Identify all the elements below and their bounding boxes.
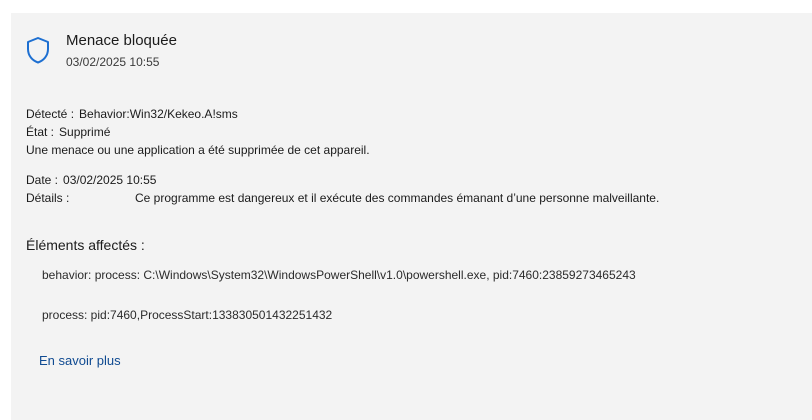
- status-label: État :: [26, 125, 55, 139]
- threat-details-panel: Menace bloquée 03/02/2025 10:55 Détecté …: [11, 13, 812, 420]
- date-value: 03/02/2025 10:55: [63, 173, 157, 187]
- details-value: Ce programme est dangereux et il exécute…: [135, 191, 660, 205]
- detected-label: Détecté :: [26, 107, 75, 121]
- details-label: Détails :: [26, 191, 70, 205]
- header-datetime: 03/02/2025 10:55: [66, 55, 160, 69]
- header-text: Menace bloquée 03/02/2025 10:55: [66, 32, 177, 69]
- date-label: Date :: [26, 173, 59, 187]
- threat-header: Menace bloquée 03/02/2025 10:55: [25, 32, 177, 69]
- page-title: Menace bloquée: [66, 32, 177, 49]
- threat-description: Une menace ou une application a été supp…: [26, 143, 370, 157]
- shield-icon: [27, 37, 49, 64]
- date-row: Date : 03/02/2025 10:55: [26, 173, 156, 187]
- affected-item: process: pid:7460,ProcessStart:133830501…: [42, 308, 333, 322]
- status-value: Supprimé: [59, 125, 111, 139]
- affected-item: behavior: process: C:\Windows\System32\W…: [42, 268, 636, 282]
- status-row: État : Supprimé: [26, 125, 110, 139]
- detected-value: Behavior:Win32/Kekeo.A!sms: [79, 107, 238, 121]
- affected-items-title: Éléments affectés :: [26, 237, 145, 253]
- detected-row: Détecté : Behavior:Win32/Kekeo.A!sms: [26, 107, 238, 121]
- learn-more-link[interactable]: En savoir plus: [39, 353, 121, 368]
